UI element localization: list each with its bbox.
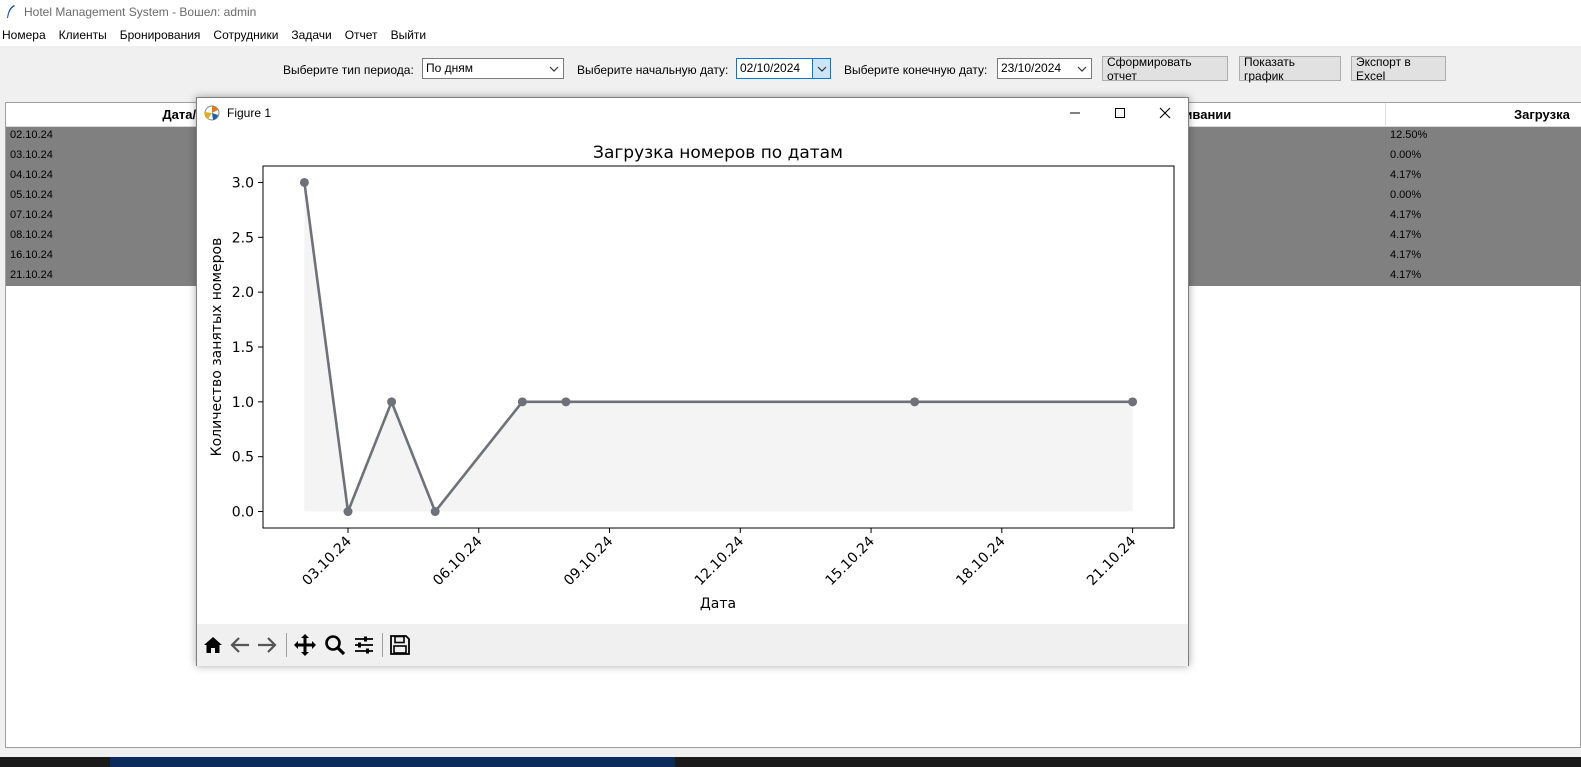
- menu-tasks[interactable]: Задачи: [289, 28, 338, 42]
- y-tick-label: 0.5: [232, 450, 254, 466]
- chart-title: Загрузка номеров по датам: [593, 143, 843, 163]
- end-date-value: 23/10/2024: [1001, 61, 1062, 75]
- cell-date: 16.10.24: [10, 249, 53, 261]
- column-header-load[interactable]: Загрузка: [1386, 103, 1581, 127]
- configure-icon: [355, 636, 373, 654]
- period-type-value: По дням: [426, 61, 474, 75]
- data-point: [517, 397, 527, 407]
- x-tick-label: 06.10.24: [430, 533, 485, 588]
- cell-load: 4.17%: [1390, 249, 1422, 261]
- home-button[interactable]: [200, 632, 226, 658]
- cell-load: 0.00%: [1390, 149, 1422, 161]
- forward-button[interactable]: [254, 632, 280, 658]
- chevron-down-icon[interactable]: [812, 59, 830, 78]
- x-tick-label: 03.10.24: [299, 533, 354, 588]
- y-tick-label: 2.5: [232, 230, 254, 246]
- menu-rooms[interactable]: Номера: [0, 28, 53, 42]
- plot-canvas[interactable]: 0.0 0.5 1.0 1.5 2.0 2.5 3.0 03.10.24 06.10.24 09…: [197, 128, 1188, 624]
- cell-load: 4.17%: [1390, 169, 1422, 181]
- y-tick-label: 1.0: [232, 395, 254, 411]
- chevron-down-icon[interactable]: [545, 59, 563, 78]
- data-point: [387, 397, 397, 407]
- zoom-button[interactable]: [322, 632, 348, 658]
- generate-report-button[interactable]: Сформировать отчет: [1102, 55, 1228, 83]
- cell-date: 05.10.24: [10, 189, 53, 201]
- toolbar-separator: [286, 633, 287, 657]
- home-icon: [204, 637, 222, 653]
- x-tick-label: 15.10.24: [822, 533, 877, 588]
- end-date-picker[interactable]: 23/10/2024: [997, 58, 1092, 79]
- period-type-label: Выберите тип периода:: [283, 63, 414, 77]
- toolbar-separator: [382, 633, 383, 657]
- menu-logout[interactable]: Выйти: [389, 28, 434, 42]
- cell-load: 0.00%: [1390, 189, 1422, 201]
- close-button[interactable]: [1142, 98, 1188, 128]
- y-tick-label: 3.0: [232, 175, 254, 191]
- figure-titlebar[interactable]: Figure 1: [197, 98, 1188, 128]
- x-tick-label: 21.10.24: [1084, 533, 1139, 588]
- menu-bookings[interactable]: Бронирования: [118, 28, 208, 42]
- app-titlebar: Hotel Management System - Вошел: admin: [0, 0, 1581, 24]
- end-date-label: Выберите конечную дату:: [844, 63, 988, 77]
- x-tick-label: 09.10.24: [561, 533, 616, 588]
- y-tick-label: 0.0: [232, 505, 254, 521]
- start-date-label: Выберите начальную дату:: [577, 63, 729, 77]
- pan-icon: [294, 634, 316, 656]
- minimize-button[interactable]: [1052, 98, 1098, 128]
- cell-date: 02.10.24: [10, 129, 53, 141]
- back-icon: [230, 637, 249, 653]
- chart-xlabel: Дата: [700, 596, 736, 612]
- cell-load: 4.17%: [1390, 269, 1422, 281]
- menu-clients[interactable]: Клиенты: [57, 28, 114, 42]
- close-icon: [1159, 107, 1171, 119]
- data-point: [910, 397, 920, 407]
- y-tick-label: 1.5: [232, 340, 254, 356]
- app-title: Hotel Management System - Вошел: admin: [24, 5, 257, 19]
- feather-icon: [7, 5, 15, 18]
- zoom-icon: [325, 635, 346, 656]
- menu-staff[interactable]: Сотрудники: [211, 28, 285, 42]
- minimize-icon: [1070, 112, 1080, 114]
- cell-date: 07.10.24: [10, 209, 53, 221]
- cell-load: 4.17%: [1390, 209, 1422, 221]
- save-icon: [390, 635, 410, 655]
- forward-icon: [258, 637, 277, 653]
- data-point: [343, 507, 353, 517]
- x-tick-label: 12.10.24: [692, 533, 747, 588]
- chart-ylabel: Количество занятых номеров: [209, 238, 225, 457]
- cell-load: 12.50%: [1390, 129, 1428, 141]
- data-point: [561, 397, 571, 407]
- cell-date: 21.10.24: [10, 269, 53, 281]
- configure-subplots-button[interactable]: [351, 632, 377, 658]
- figure-navigation-toolbar: [197, 624, 1188, 666]
- line-chart[interactable]: 0.0 0.5 1.0 1.5 2.0 2.5 3.0 03.10.24 06.10.24 09…: [197, 128, 1188, 624]
- period-type-select[interactable]: По дням: [422, 58, 564, 79]
- menu-report[interactable]: Отчет: [343, 28, 385, 42]
- maximize-button[interactable]: [1097, 98, 1143, 128]
- cell-date: 08.10.24: [10, 229, 53, 241]
- data-point: [299, 177, 309, 187]
- cell-load: 4.17%: [1390, 229, 1422, 241]
- chevron-down-icon[interactable]: [1073, 59, 1091, 78]
- back-button[interactable]: [227, 632, 253, 658]
- matplotlib-icon: [204, 105, 220, 121]
- save-button[interactable]: [387, 632, 413, 658]
- menubar: Номера Клиенты Бронирования Сотрудники З…: [0, 24, 1581, 46]
- start-date-picker[interactable]: 02/10/2024: [736, 58, 831, 79]
- maximize-icon: [1115, 108, 1125, 118]
- figure-title: Figure 1: [227, 106, 272, 120]
- data-point: [1128, 397, 1138, 407]
- taskbar: [0, 757, 1581, 767]
- data-point: [430, 507, 440, 517]
- figure-window[interactable]: Figure 1 0.0 0.5 1.0 1.5 2.0 2.5 3.0 03.10.24 0…: [196, 97, 1189, 666]
- taskbar-segment: [110, 757, 675, 767]
- start-date-value: 02/10/2024: [740, 61, 801, 75]
- export-excel-button[interactable]: Экспорт в Excel: [1351, 55, 1446, 83]
- cell-date: 03.10.24: [10, 149, 53, 161]
- cell-date: 04.10.24: [10, 169, 53, 181]
- y-tick-label: 2.0: [232, 285, 254, 301]
- x-tick-label: 18.10.24: [953, 533, 1008, 588]
- show-chart-button[interactable]: Показать график: [1239, 55, 1341, 83]
- pan-button[interactable]: [292, 632, 318, 658]
